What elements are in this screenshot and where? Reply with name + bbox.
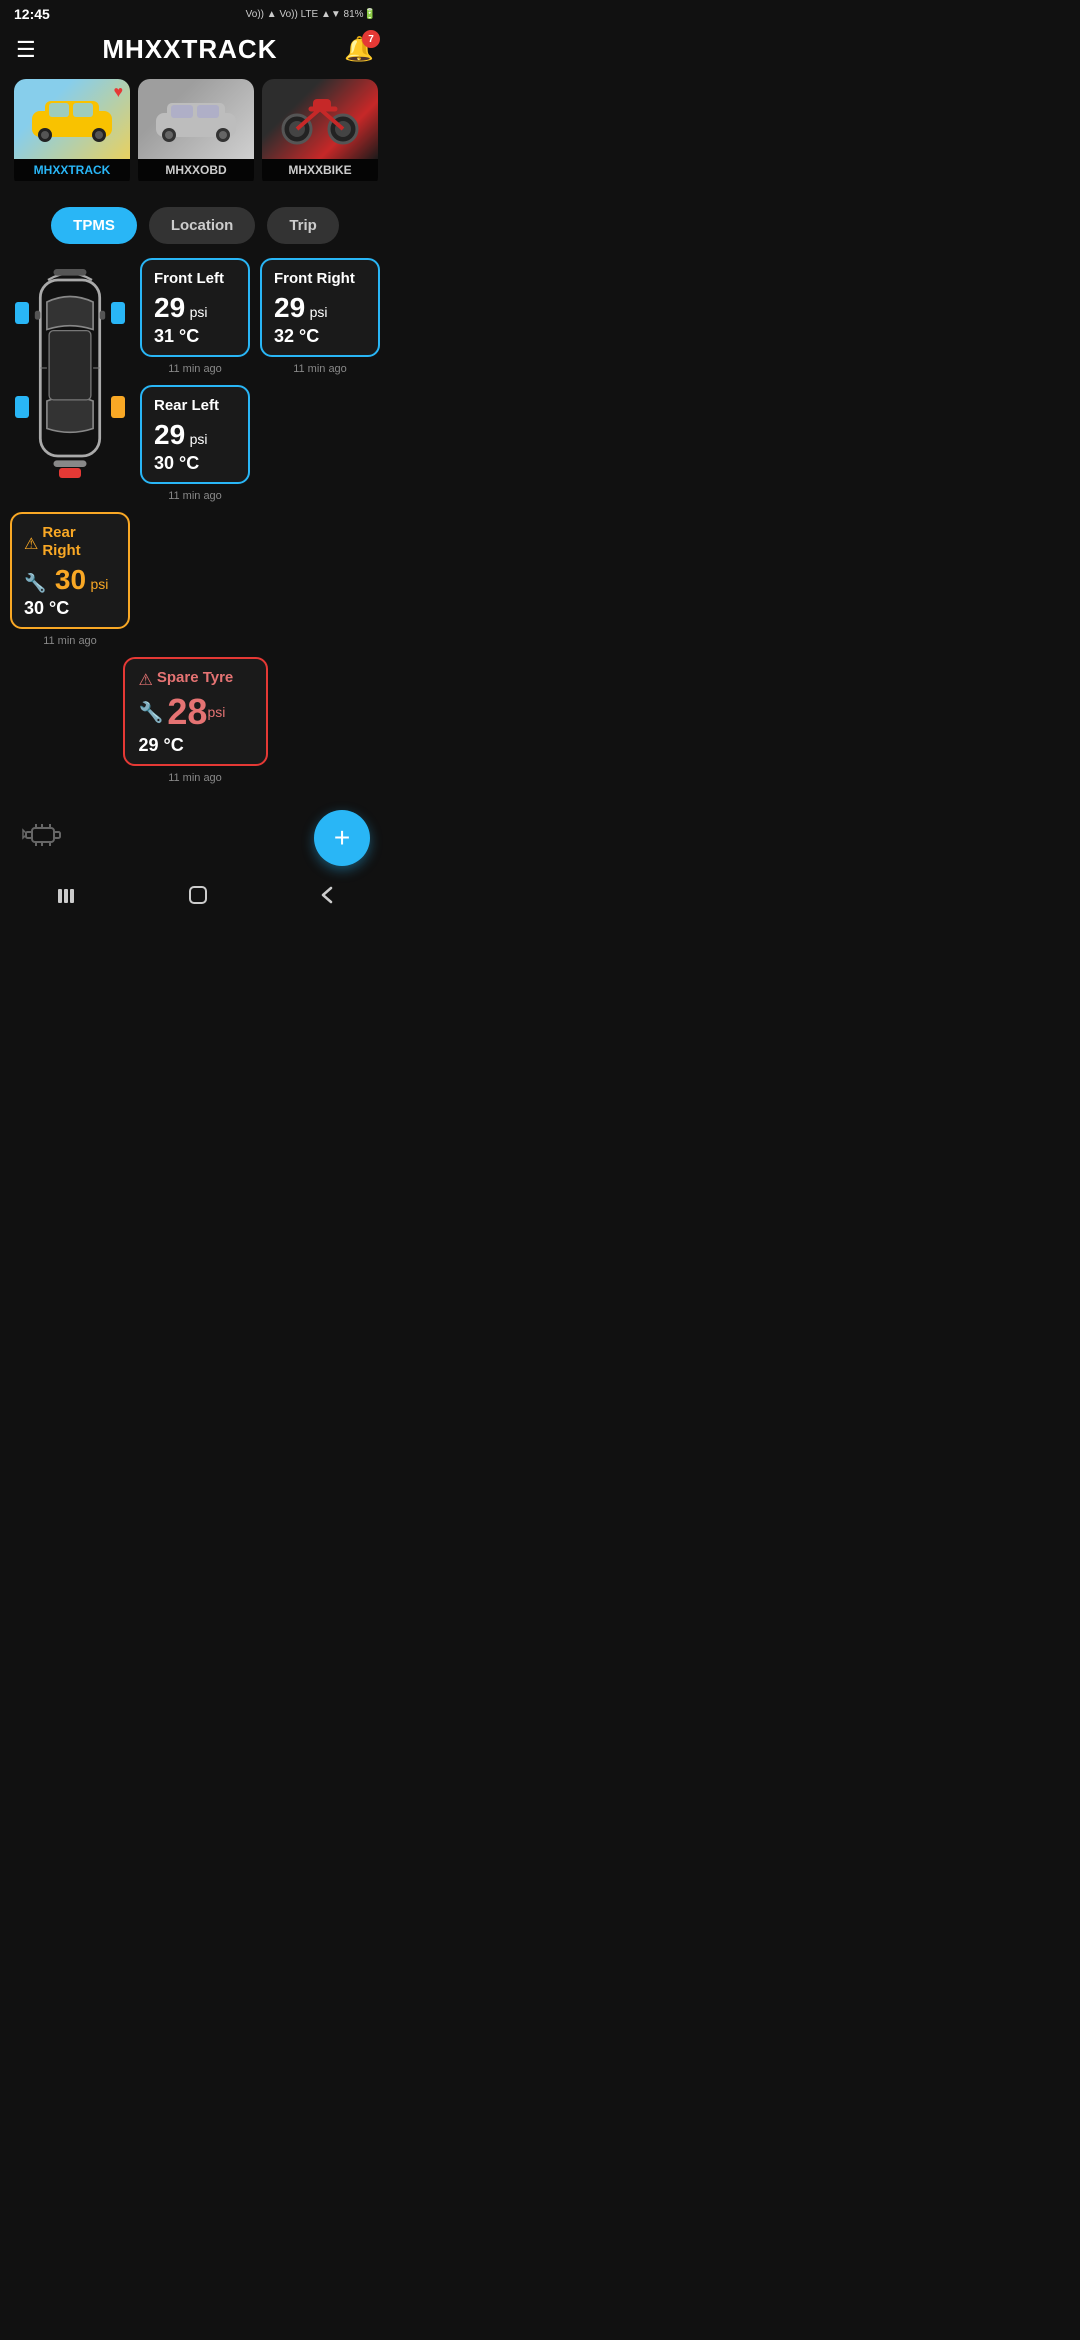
tire-time-fl: 11 min ago bbox=[140, 363, 250, 375]
tire-spare-wrapper[interactable]: ⚠ Spare Tyre 🔧 28 psi 29 °C 11 min ago bbox=[123, 657, 268, 784]
tire-psi-unit-fr: psi bbox=[310, 304, 328, 320]
tire-temp-rl: 30 °C bbox=[154, 453, 236, 474]
vehicle-img-bike bbox=[262, 79, 378, 159]
bottom-bar: + bbox=[0, 794, 390, 874]
tire-psi-row-rl: 29 psi bbox=[154, 419, 236, 451]
engine-icon-svg bbox=[20, 816, 66, 852]
status-right: Vo)) ▲ Vo)) LTE ▲▼ 81%🔋 bbox=[246, 9, 376, 20]
tire-psi-fr: 29 bbox=[274, 292, 305, 323]
vehicle-img-obd bbox=[138, 79, 254, 159]
tire-rear-right[interactable]: ⚠ Rear Right 🔧 30 psi 30 °C 11 min ago bbox=[10, 512, 130, 647]
tire-psi-unit-fl: psi bbox=[190, 304, 208, 320]
tire-psi-rr: 30 bbox=[55, 564, 86, 595]
notification-bell[interactable]: 🔔 7 bbox=[344, 35, 374, 64]
tire-title-spare: Spare Tyre bbox=[157, 669, 233, 687]
warning-icon-spare: ⚠ bbox=[139, 670, 153, 690]
tire-pressure-icon-rr: 🔧 bbox=[24, 573, 46, 593]
notification-badge: 7 bbox=[362, 30, 380, 48]
signal-info: Vo)) ▲ Vo)) LTE ▲▼ 81%🔋 bbox=[246, 9, 376, 20]
tab-tpms[interactable]: TPMS bbox=[51, 207, 137, 244]
tire-card-rl: Rear Left 29 psi 30 °C bbox=[140, 385, 250, 484]
favorite-icon: ♥ bbox=[114, 84, 124, 102]
vehicle-cards-list: MHXXTRACK ♥ MHXXOBD bbox=[0, 75, 390, 199]
tpms-grid: Front Left 29 psi 31 °C 11 min ago bbox=[10, 258, 380, 647]
tire-psi-unit-rl: psi bbox=[190, 431, 208, 447]
vehicle-card-track[interactable]: MHXXTRACK ♥ bbox=[14, 79, 130, 189]
fab-add-button[interactable]: + bbox=[314, 810, 370, 866]
tire-time-fr: 11 min ago bbox=[260, 363, 380, 375]
tire-title-fl: Front Left bbox=[154, 270, 236, 288]
tab-trip[interactable]: Trip bbox=[267, 207, 339, 244]
tire-psi-row-fr: 29 psi bbox=[274, 292, 366, 324]
menu-icon[interactable]: ☰ bbox=[16, 37, 36, 63]
nav-back-icon bbox=[319, 884, 335, 906]
spare-psi-row: 🔧 28 psi bbox=[139, 691, 252, 733]
nav-bar bbox=[0, 874, 390, 926]
tire-time-rl: 11 min ago bbox=[140, 490, 250, 502]
car-diagram bbox=[10, 258, 130, 478]
tire-card-spare: ⚠ Spare Tyre 🔧 28 psi 29 °C bbox=[123, 657, 268, 766]
tire-psi-row-rr: 🔧 30 psi bbox=[24, 564, 116, 596]
tire-title-fr: Front Right bbox=[274, 270, 366, 288]
tire-psi-row-fl: 29 psi bbox=[154, 292, 236, 324]
vehicle-label-bike: MHXXBIKE bbox=[262, 159, 378, 181]
vehicle-card-bike[interactable]: MHXXBIKE bbox=[262, 79, 378, 189]
tire-temp-rr: 30 °C bbox=[24, 598, 116, 619]
tire-front-left[interactable]: Front Left 29 psi 31 °C 11 min ago bbox=[140, 258, 250, 375]
nav-home-icon bbox=[187, 884, 209, 906]
tire-title-rl: Rear Left bbox=[154, 397, 236, 415]
tire-rear-left[interactable]: Rear Left 29 psi 30 °C 11 min ago bbox=[140, 385, 250, 502]
tire-psi-rl: 29 bbox=[154, 419, 185, 450]
vehicle-card-obd[interactable]: MHXXOBD bbox=[138, 79, 254, 189]
engine-icon[interactable] bbox=[20, 816, 66, 860]
car-body-svg bbox=[15, 258, 125, 478]
app-title: MHXXTRACK bbox=[102, 34, 277, 65]
vehicle-label-obd: MHXXOBD bbox=[138, 159, 254, 181]
car-svg-wrapper bbox=[15, 258, 125, 478]
spare-tire-row: ⚠ Spare Tyre 🔧 28 psi 29 °C 11 min ago bbox=[10, 657, 380, 784]
tire-time-rr: 11 min ago bbox=[10, 635, 130, 647]
tire-temp-fl: 31 °C bbox=[154, 326, 236, 347]
nav-home-button[interactable] bbox=[187, 884, 209, 912]
tire-psi-unit-rr: psi bbox=[90, 576, 108, 592]
tire-temp-spare: 29 °C bbox=[139, 735, 252, 756]
tab-location[interactable]: Location bbox=[149, 207, 256, 244]
tire-temp-fr: 32 °C bbox=[274, 326, 366, 347]
tire-psi-spare: 28 bbox=[167, 691, 207, 733]
tab-bar: TPMS Location Trip bbox=[0, 199, 390, 258]
tpms-section: Front Left 29 psi 31 °C 11 min ago bbox=[0, 258, 390, 784]
tire-time-spare: 11 min ago bbox=[123, 772, 268, 784]
status-bar: 12:45 Vo)) ▲ Vo)) LTE ▲▼ 81%🔋 bbox=[0, 0, 390, 26]
tire-card-rr: ⚠ Rear Right 🔧 30 psi 30 °C bbox=[10, 512, 130, 629]
nav-menu-button[interactable] bbox=[55, 885, 77, 911]
tire-front-right[interactable]: Front Right 29 psi 32 °C 11 min ago bbox=[260, 258, 380, 375]
tire-header-rr: ⚠ Rear Right bbox=[24, 524, 116, 564]
tire-card-fr: Front Right 29 psi 32 °C bbox=[260, 258, 380, 357]
tire-psi-fl: 29 bbox=[154, 292, 185, 323]
spare-header: ⚠ Spare Tyre bbox=[139, 669, 252, 691]
tire-pressure-icon-spare: 🔧 bbox=[139, 700, 164, 725]
tire-psi-unit-spare: psi bbox=[207, 704, 225, 720]
tire-title-rr: Rear Right bbox=[42, 524, 116, 560]
tire-card-fl: Front Left 29 psi 31 °C bbox=[140, 258, 250, 357]
vehicle-label-track: MHXXTRACK bbox=[14, 159, 130, 181]
status-time: 12:45 bbox=[14, 6, 50, 22]
nav-back-button[interactable] bbox=[319, 884, 335, 912]
nav-menu-icon bbox=[55, 887, 77, 905]
warning-icon-rr: ⚠ bbox=[24, 534, 38, 554]
app-header: ☰ MHXXTRACK 🔔 7 bbox=[0, 26, 390, 75]
